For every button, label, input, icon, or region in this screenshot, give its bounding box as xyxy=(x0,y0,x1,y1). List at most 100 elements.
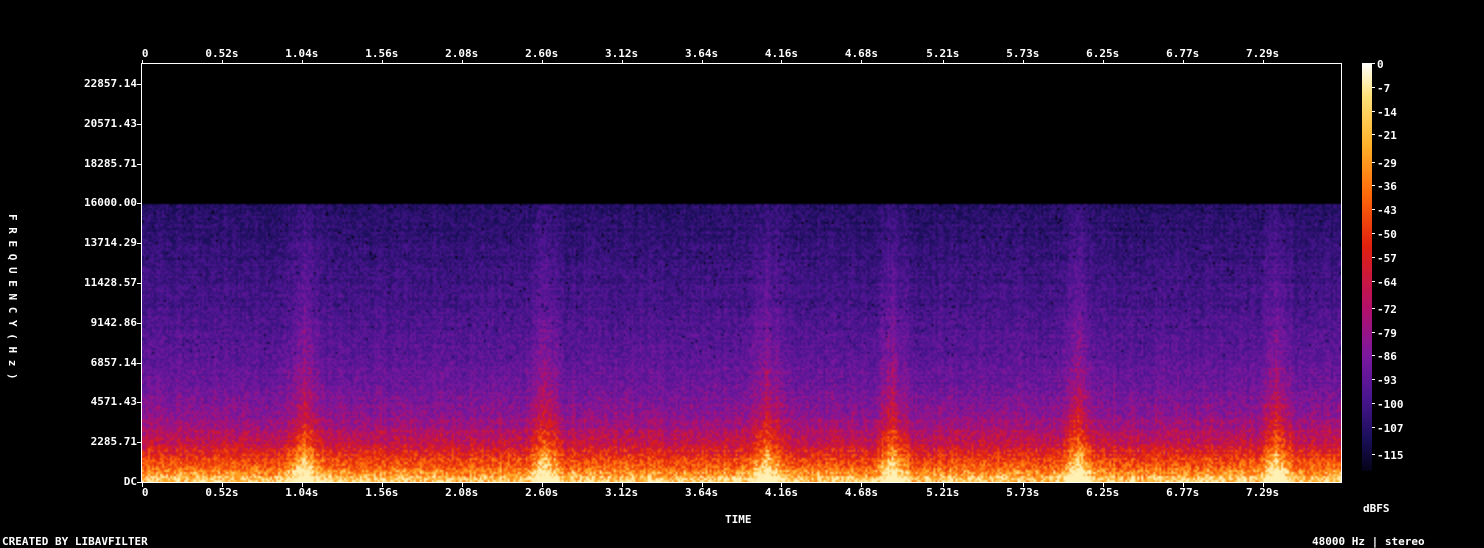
colorbar-tick-label: -64 xyxy=(1377,275,1397,289)
frequency-tick-label: 2285.71 xyxy=(90,435,137,449)
time-tick-mark xyxy=(701,60,703,64)
colorbar-tick-mark xyxy=(1372,86,1375,88)
frequency-tick-mark xyxy=(137,442,141,444)
time-tick-label-bottom: 7.29s xyxy=(1246,486,1280,499)
time-tick-label-top: 6.77s xyxy=(1166,47,1200,60)
time-tick-mark xyxy=(301,60,303,64)
colorbar-tick-label: -86 xyxy=(1377,350,1397,364)
colorbar-tick-label: -50 xyxy=(1377,228,1397,241)
time-tick-mark xyxy=(1102,483,1104,487)
time-tick-mark xyxy=(621,483,623,487)
time-tick-label-bottom: 1.56s xyxy=(365,486,399,499)
time-tick-mark xyxy=(942,483,944,487)
colorbar-tick-mark xyxy=(1372,426,1375,428)
time-tick-mark xyxy=(701,483,703,487)
colorbar-tick-mark xyxy=(1372,379,1375,381)
time-tick-label-top: 3.64s xyxy=(684,47,719,60)
time-tick-label-bottom: 3.12s xyxy=(605,486,639,499)
frequency-tick-label: 16000.00 xyxy=(84,196,137,210)
frequency-tick-label: 13714.29 xyxy=(84,236,137,250)
time-tick-mark xyxy=(1262,60,1264,64)
time-tick-label-bottom: 2.08s xyxy=(445,486,479,499)
time-tick-mark xyxy=(142,60,143,64)
frequency-tick-mark xyxy=(137,482,141,483)
frequency-tick-mark xyxy=(137,243,141,245)
colorbar-tick-label: -36 xyxy=(1377,180,1397,194)
frequency-tick-mark xyxy=(137,203,141,205)
colorbar-tick-mark xyxy=(1372,355,1375,357)
colorbar-tick-label: -14 xyxy=(1377,105,1397,119)
colorbar-tick-mark xyxy=(1372,110,1375,112)
time-tick-mark xyxy=(1102,60,1104,64)
time-tick-label-bottom: 5.21s xyxy=(926,486,960,499)
time-tick-label-bottom: 0 xyxy=(141,486,149,499)
colorbar-tick-label: -107 xyxy=(1377,421,1404,435)
colorbar-tick-label: -115 xyxy=(1377,449,1404,462)
time-tick-label-bottom: 2.60s xyxy=(525,486,559,499)
time-tick-mark xyxy=(1262,483,1264,487)
time-tick-mark xyxy=(381,60,383,64)
time-tick-label-bottom: 1.04s xyxy=(285,486,319,499)
footer-credit: CREATED BY LIBAVFILTER xyxy=(2,535,148,548)
time-tick-label-top: 1.04s xyxy=(285,47,319,60)
time-tick-label-top: 2.60s xyxy=(525,47,559,60)
colorbar-tick-mark xyxy=(1372,454,1375,455)
colorbar-tick-mark xyxy=(1372,280,1375,282)
colorbar-tick-mark xyxy=(1372,307,1375,309)
time-tick-mark xyxy=(221,483,223,487)
frequency-tick-label: 20571.43 xyxy=(84,116,137,130)
colorbar-tick-mark xyxy=(1372,185,1375,187)
colorbar-tick-label: -21 xyxy=(1377,129,1397,143)
time-tick-label-top: 4.16s xyxy=(764,47,799,60)
frequency-tick-mark xyxy=(137,123,141,125)
colorbar-tick-label: -79 xyxy=(1377,326,1397,340)
frequency-tick-mark xyxy=(137,282,141,284)
time-tick-label-bottom: 0.52s xyxy=(205,486,239,499)
time-tick-mark xyxy=(861,483,863,487)
colorbar-tick-mark xyxy=(1372,256,1375,258)
time-tick-label-top: 3.12s xyxy=(605,47,639,60)
colorbar-tick-mark xyxy=(1372,63,1375,64)
colorbar xyxy=(1362,63,1372,471)
frequency-tick-mark xyxy=(137,163,141,165)
time-tick-mark xyxy=(541,483,543,487)
frequency-tick-mark xyxy=(137,83,141,85)
time-tick-label-top: 5.73s xyxy=(1006,47,1040,60)
colorbar-tick-label: -7 xyxy=(1377,81,1391,95)
frequency-tick-label: 18285.71 xyxy=(84,156,137,170)
colorbar-tick-label: -57 xyxy=(1377,251,1397,265)
frequency-tick-label: 9142.86 xyxy=(90,315,137,329)
colorbar-tick-mark xyxy=(1372,331,1375,333)
y-axis-title: F R E Q U E N C Y ( H z ) xyxy=(6,214,19,380)
time-tick-mark xyxy=(861,60,863,64)
time-tick-mark xyxy=(621,60,623,64)
frequency-tick-mark xyxy=(137,362,141,364)
colorbar-tick-label: -43 xyxy=(1377,204,1397,218)
time-tick-mark xyxy=(541,60,543,64)
frequency-tick-label: 6857.14 xyxy=(90,355,137,369)
time-tick-mark xyxy=(1022,60,1024,64)
time-tick-label-top: 7.29s xyxy=(1246,47,1280,60)
time-tick-label-top: 2.08s xyxy=(445,47,479,60)
time-tick-label-top: 0 xyxy=(141,47,149,60)
time-tick-label-bottom: 5.73s xyxy=(1006,486,1040,499)
time-tick-mark xyxy=(942,60,944,64)
time-tick-label-bottom: 4.68s xyxy=(844,486,878,499)
time-tick-mark xyxy=(1182,483,1184,487)
colorbar-tick-mark xyxy=(1372,161,1375,163)
colorbar-tick-label: -93 xyxy=(1377,374,1397,388)
colorbar-tick-mark xyxy=(1372,233,1375,234)
time-tick-label-bottom: 6.77s xyxy=(1166,486,1200,499)
time-tick-mark xyxy=(781,60,783,64)
time-tick-mark xyxy=(461,483,463,487)
frequency-tick-label: 11428.57 xyxy=(84,275,137,289)
time-tick-mark xyxy=(381,483,383,487)
frequency-tick-mark xyxy=(137,322,141,324)
time-tick-label-top: 5.21s xyxy=(926,47,960,60)
footer-info: 48000 Hz | stereo xyxy=(1312,535,1425,548)
frequency-tick-label: 22857.14 xyxy=(84,76,137,90)
time-tick-label-bottom: 3.64s xyxy=(684,486,719,499)
time-tick-mark xyxy=(142,483,143,487)
time-tick-label-top: 4.68s xyxy=(844,47,878,60)
time-tick-label-top: 1.56s xyxy=(365,47,399,60)
